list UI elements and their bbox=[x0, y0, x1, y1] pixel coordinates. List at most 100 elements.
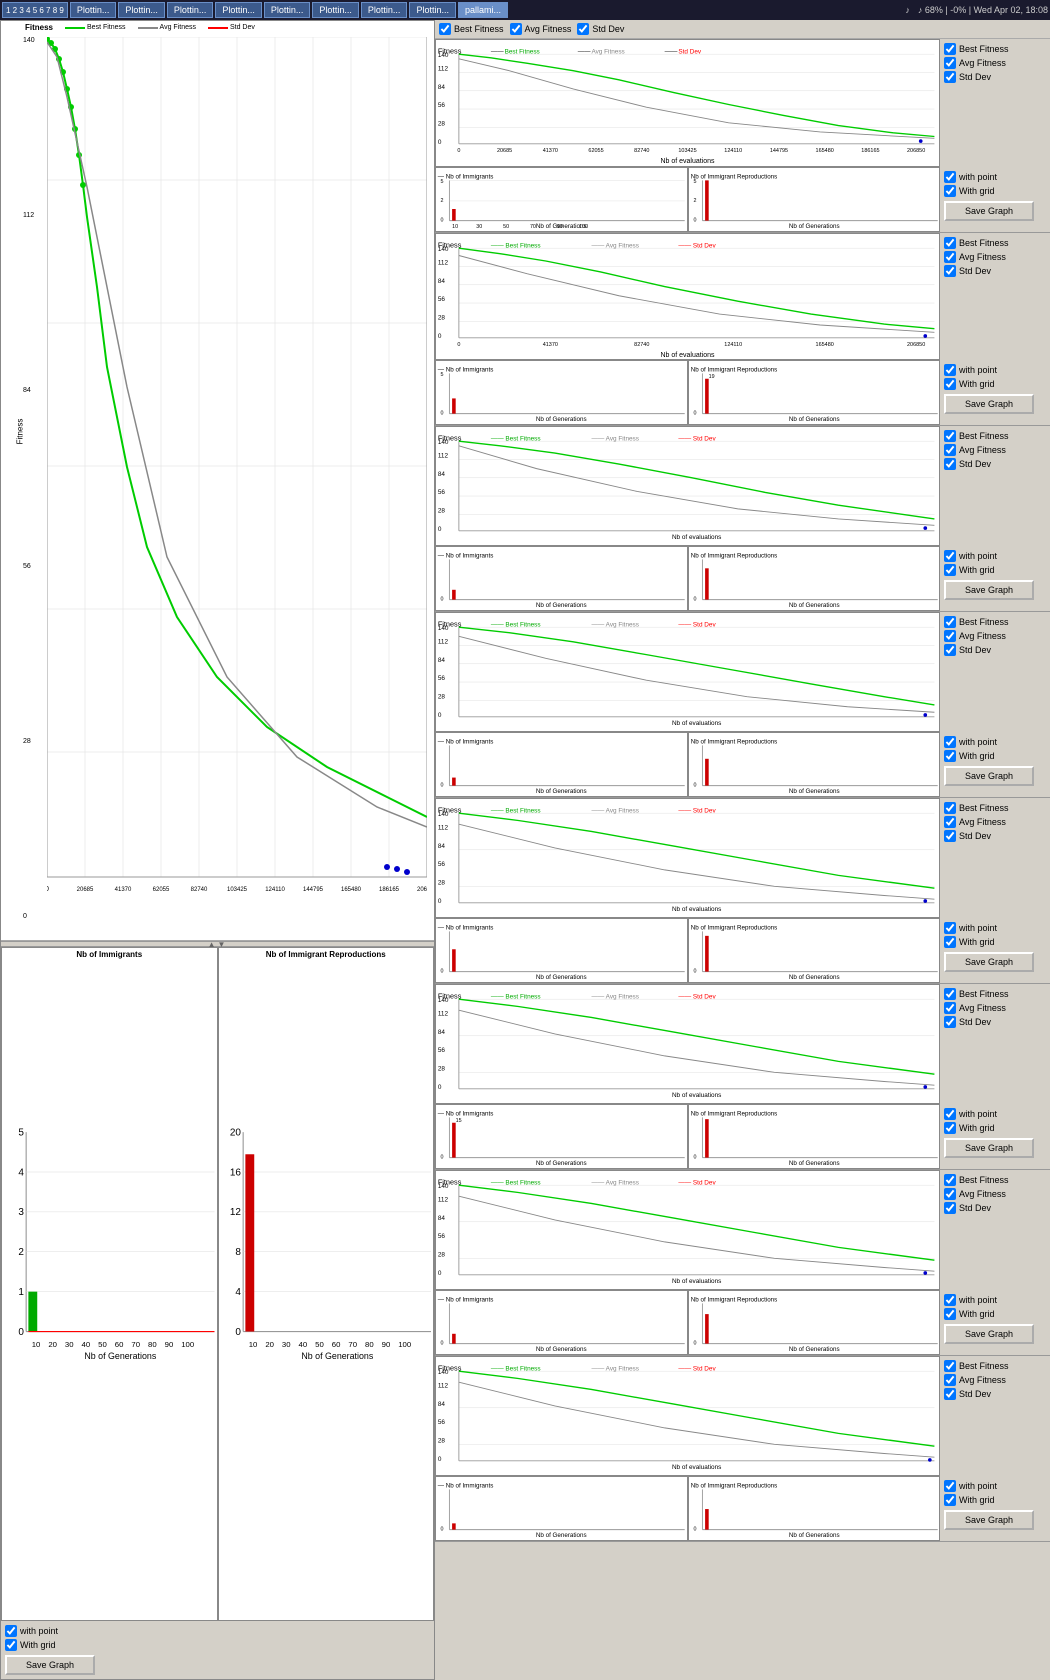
taskbar-item-plotting-8[interactable]: Plottin... bbox=[409, 2, 456, 18]
left-fitness-svg: 0 20685 41370 62055 82740 103425 124110 … bbox=[47, 37, 427, 897]
svg-text:0: 0 bbox=[47, 886, 49, 893]
cb-avg-5[interactable]: Avg Fitness bbox=[944, 816, 1046, 828]
taskbar-item-plotting-2[interactable]: Plottin... bbox=[118, 2, 165, 18]
with-point-3[interactable]: with point bbox=[944, 550, 1046, 562]
taskbar: 1 2 3 4 5 6 7 8 9 Plottin... Plottin... … bbox=[0, 0, 1050, 20]
controls-1: Best Fitness Avg Fitness Std Dev bbox=[940, 39, 1050, 167]
fitness-svg-8: Fitness —— Best Fitness —— Avg Fitness —… bbox=[436, 1357, 939, 1475]
controls-2: Best Fitness Avg Fitness Std Dev bbox=[940, 233, 1050, 360]
cb-avg-6[interactable]: Avg Fitness bbox=[944, 1002, 1046, 1014]
save-graph-7[interactable]: Save Graph bbox=[944, 1324, 1034, 1344]
cb-best-2[interactable]: Best Fitness bbox=[944, 237, 1046, 249]
with-grid-3[interactable]: With grid bbox=[944, 564, 1046, 576]
cb-avg-4[interactable]: Avg Fitness bbox=[944, 630, 1046, 642]
fitness-chart-1: Fitness —— Best Fitness —— Avg Fitness —… bbox=[435, 39, 940, 167]
left-with-grid-checkbox[interactable] bbox=[5, 1639, 17, 1651]
left-with-point-checkbox[interactable] bbox=[5, 1625, 17, 1637]
cb-std-8[interactable]: Std Dev bbox=[944, 1388, 1046, 1400]
cb-std-1[interactable]: Std Dev bbox=[944, 71, 1046, 83]
immigrants-chart-1: — Nb of Immigrants 5 2 0 10 30 50 bbox=[435, 167, 688, 232]
cb-std-3[interactable]: Std Dev bbox=[944, 458, 1046, 470]
right-top-best-fitness[interactable]: Best Fitness bbox=[439, 23, 504, 35]
svg-text:56: 56 bbox=[438, 489, 446, 496]
cb-std-2[interactable]: Std Dev bbox=[944, 265, 1046, 277]
with-point-2[interactable]: with point bbox=[944, 364, 1046, 376]
taskbar-item-plotting-7[interactable]: Plottin... bbox=[361, 2, 408, 18]
with-point-7[interactable]: with point bbox=[944, 1294, 1046, 1306]
with-grid-2[interactable]: With grid bbox=[944, 378, 1046, 390]
cb-std-4[interactable]: Std Dev bbox=[944, 644, 1046, 656]
right-panel: Best Fitness Avg Fitness Std Dev Fitness… bbox=[435, 20, 1050, 1680]
right-best-fitness-check-top[interactable] bbox=[439, 23, 451, 35]
with-point-1[interactable]: with point bbox=[944, 171, 1046, 183]
cb-avg-7[interactable]: Avg Fitness bbox=[944, 1188, 1046, 1200]
with-grid-1[interactable]: With grid bbox=[944, 185, 1046, 197]
left-with-grid-label[interactable]: With grid bbox=[5, 1639, 430, 1651]
save-graph-1[interactable]: Save Graph bbox=[944, 201, 1034, 221]
save-graph-2[interactable]: Save Graph bbox=[944, 394, 1034, 414]
cb-avg-2[interactable]: Avg Fitness bbox=[944, 251, 1046, 263]
left-with-point-label[interactable]: with point bbox=[5, 1625, 430, 1637]
svg-text:84: 84 bbox=[438, 843, 446, 850]
legend-best: Best Fitness bbox=[65, 24, 126, 31]
svg-text:Nb of Generations: Nb of Generations bbox=[536, 974, 587, 981]
svg-text:Nb of Generations: Nb of Generations bbox=[536, 1532, 587, 1539]
svg-text:41370: 41370 bbox=[543, 148, 558, 154]
svg-text:82740: 82740 bbox=[634, 148, 649, 154]
svg-text:15: 15 bbox=[456, 1118, 462, 1124]
taskbar-item-plotting-4[interactable]: Plottin... bbox=[215, 2, 262, 18]
save-graph-5[interactable]: Save Graph bbox=[944, 952, 1034, 972]
taskbar-item-plotting-6[interactable]: Plottin... bbox=[312, 2, 359, 18]
svg-text:0: 0 bbox=[693, 1527, 696, 1533]
with-grid-5[interactable]: With grid bbox=[944, 936, 1046, 948]
with-grid-8[interactable]: With grid bbox=[944, 1494, 1046, 1506]
immigrants-svg-4: — Nb of Immigrants 0 Nb of Generations bbox=[436, 733, 687, 798]
sub-controls-2: with point With grid Save Graph bbox=[940, 360, 1050, 425]
cb-avg-1[interactable]: Avg Fitness bbox=[944, 57, 1046, 69]
fitness-svg-7: Fitness —— Best Fitness —— Avg Fitness —… bbox=[436, 1171, 939, 1289]
with-point-6[interactable]: with point bbox=[944, 1108, 1046, 1120]
svg-text:Nb of Immigrant Reproductions: Nb of Immigrant Reproductions bbox=[690, 174, 777, 181]
svg-text:62055: 62055 bbox=[153, 887, 170, 893]
cb-std-6[interactable]: Std Dev bbox=[944, 1016, 1046, 1028]
taskbar-item-plotting-1[interactable]: Plottin... bbox=[70, 2, 117, 18]
taskbar-item-pallami[interactable]: pallami... bbox=[458, 2, 508, 18]
cb-best-5[interactable]: Best Fitness bbox=[944, 802, 1046, 814]
right-std-dev-check-top[interactable] bbox=[577, 23, 589, 35]
taskbar-item-1[interactable]: 1 2 3 4 5 6 7 8 9 bbox=[2, 2, 68, 18]
cb-std-7[interactable]: Std Dev bbox=[944, 1202, 1046, 1214]
cb-best-8[interactable]: Best Fitness bbox=[944, 1360, 1046, 1372]
svg-text:90: 90 bbox=[381, 1340, 390, 1349]
cb-best-4[interactable]: Best Fitness bbox=[944, 616, 1046, 628]
svg-text:Nb of Immigrant Reproductions: Nb of Immigrant Reproductions bbox=[690, 1483, 777, 1490]
svg-text:165480: 165480 bbox=[341, 887, 362, 893]
taskbar-item-plotting-3[interactable]: Plottin... bbox=[167, 2, 214, 18]
save-graph-6[interactable]: Save Graph bbox=[944, 1138, 1034, 1158]
with-point-5[interactable]: with point bbox=[944, 922, 1046, 934]
left-save-graph-button[interactable]: Save Graph bbox=[5, 1655, 95, 1675]
right-top-avg-fitness[interactable]: Avg Fitness bbox=[510, 23, 572, 35]
cb-best-6[interactable]: Best Fitness bbox=[944, 988, 1046, 1000]
taskbar-item-plotting-5[interactable]: Plottin... bbox=[264, 2, 311, 18]
cb-avg-3[interactable]: Avg Fitness bbox=[944, 444, 1046, 456]
chart-block-4: Fitness —— Best Fitness —— Avg Fitness —… bbox=[435, 612, 1050, 798]
cb-best-7[interactable]: Best Fitness bbox=[944, 1174, 1046, 1186]
save-graph-4[interactable]: Save Graph bbox=[944, 766, 1034, 786]
svg-text:Nb of Generations: Nb of Generations bbox=[84, 1351, 156, 1361]
svg-text:— Nb of Immigrants: — Nb of Immigrants bbox=[438, 174, 494, 181]
with-point-8[interactable]: with point bbox=[944, 1480, 1046, 1492]
svg-text:Nb of evaluations: Nb of evaluations bbox=[672, 906, 721, 913]
save-graph-3[interactable]: Save Graph bbox=[944, 580, 1034, 600]
cb-std-5[interactable]: Std Dev bbox=[944, 830, 1046, 842]
with-grid-4[interactable]: With grid bbox=[944, 750, 1046, 762]
cb-best-1[interactable]: Best Fitness bbox=[944, 43, 1046, 55]
with-grid-7[interactable]: With grid bbox=[944, 1308, 1046, 1320]
right-avg-fitness-check-top[interactable] bbox=[510, 23, 522, 35]
svg-text:28: 28 bbox=[438, 880, 446, 887]
right-top-std-dev[interactable]: Std Dev bbox=[577, 23, 624, 35]
cb-best-3[interactable]: Best Fitness bbox=[944, 430, 1046, 442]
cb-avg-8[interactable]: Avg Fitness bbox=[944, 1374, 1046, 1386]
with-grid-6[interactable]: With grid bbox=[944, 1122, 1046, 1134]
with-point-4[interactable]: with point bbox=[944, 736, 1046, 748]
save-graph-8[interactable]: Save Graph bbox=[944, 1510, 1034, 1530]
